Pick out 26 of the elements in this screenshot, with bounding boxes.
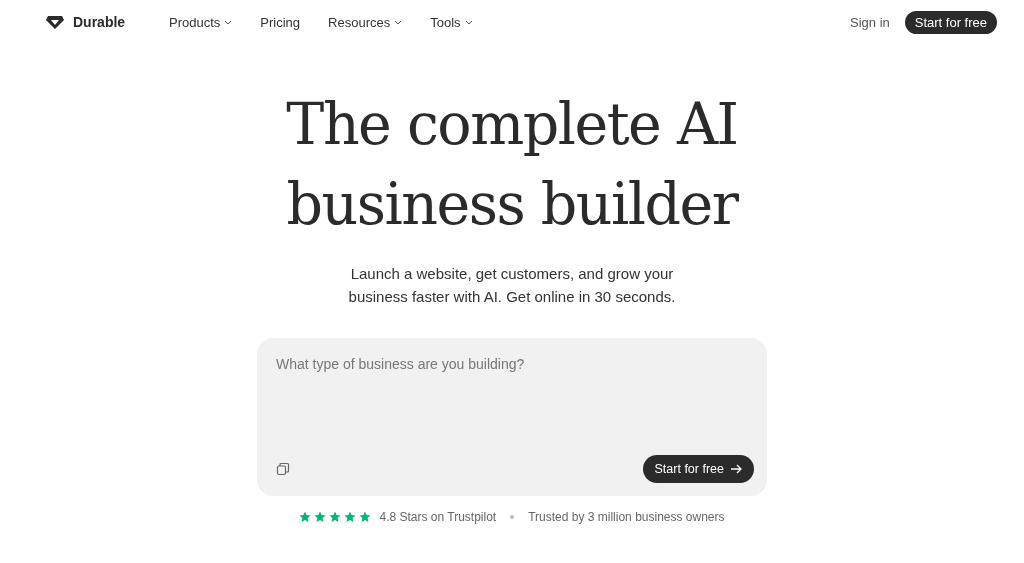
star-icon <box>359 511 372 523</box>
headline: business builder <box>286 170 738 239</box>
sign-in-link[interactable]: Sign in <box>850 14 890 30</box>
subtitle: business faster with AI. Get online in 30 seconds. <box>348 287 676 307</box>
trust-text: Trusted by 3 million business owners <box>528 510 725 524</box>
star-icon <box>314 511 327 523</box>
start-button[interactable]: Start for free <box>642 455 754 483</box>
chevron-down-icon <box>224 19 233 25</box>
arrow-right-icon <box>730 464 742 474</box>
subtitle: Launch a website, get customers, and grow your <box>350 264 674 284</box>
chevron-down-icon <box>394 19 403 25</box>
prompt-box[interactable]: What type of business are you building? Start for free <box>257 338 767 496</box>
rating-text: 4.8 Stars on Trustpilot <box>379 510 497 524</box>
star-icon <box>329 511 342 523</box>
start-button[interactable]: Start for free <box>904 10 997 34</box>
nav-link[interactable]: Pricing <box>260 14 301 30</box>
nav-link[interactable]: Resources <box>328 14 403 30</box>
brand-name[interactable]: Durable <box>73 14 126 30</box>
star-icon <box>299 511 312 523</box>
nav-link[interactable]: Products <box>169 14 233 30</box>
star-icon <box>344 511 357 523</box>
copy-icon[interactable] <box>276 462 290 476</box>
nav-link[interactable]: Tools <box>430 14 473 30</box>
headline: The complete AI <box>286 90 738 159</box>
chevron-down-icon <box>464 19 473 25</box>
logo-icon <box>45 14 65 30</box>
